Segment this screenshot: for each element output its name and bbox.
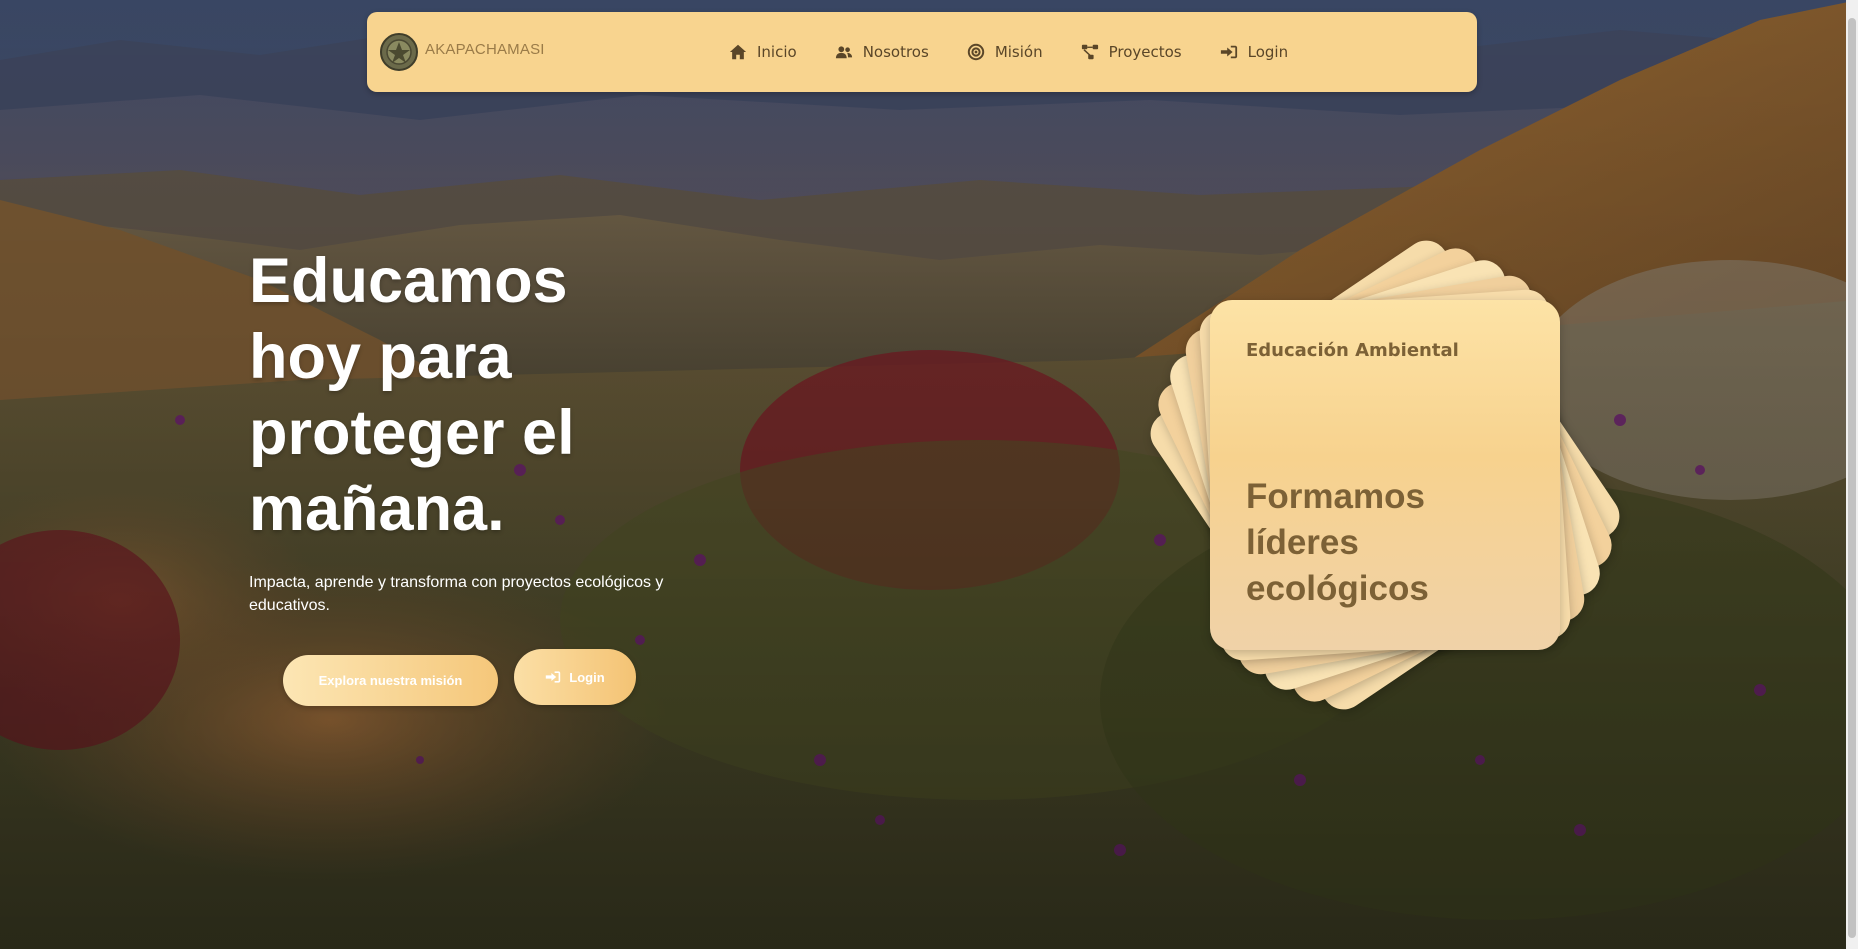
- card-headline: Formamos líderes ecológicos: [1246, 474, 1506, 612]
- nav-item-label: Misión: [994, 43, 1043, 61]
- feature-card-stack[interactable]: Educación Ambiental Formamos líderes eco…: [1142, 232, 1628, 718]
- nav-item-label: Nosotros: [862, 43, 929, 61]
- nav-item-nosotros[interactable]: Nosotros: [835, 43, 929, 61]
- card-headline-line: líderes: [1246, 523, 1359, 562]
- brand-name: AKAPACHAMASI: [425, 40, 545, 58]
- nav-item-label: Inicio: [757, 43, 797, 61]
- card-headline-line: ecológicos: [1246, 569, 1429, 608]
- card-category: Educación Ambiental: [1246, 340, 1459, 361]
- card-headline-line: Formamos: [1246, 477, 1425, 516]
- hero-login-label: Login: [569, 669, 605, 685]
- project-diagram-icon: [1081, 44, 1098, 60]
- hero-subtitle: Impacta, aprende y transforma con proyec…: [249, 574, 664, 614]
- sign-in-icon: [546, 671, 561, 683]
- nav-item-label: Login: [1247, 43, 1289, 61]
- hero-title-line: hoy para: [249, 322, 512, 392]
- sign-in-icon: [1220, 45, 1237, 59]
- brand[interactable]: AKAPACHAMASI: [379, 32, 545, 72]
- nav-item-mision[interactable]: Misión: [967, 43, 1043, 61]
- feature-card[interactable]: Educación Ambiental Formamos líderes eco…: [1210, 300, 1560, 650]
- page-scrollbar[interactable]: [1846, 0, 1858, 949]
- nav-item-inicio[interactable]: Inicio: [729, 43, 797, 61]
- nav-item-label: Proyectos: [1108, 43, 1182, 61]
- hero-title: Educamos hoy para proteger el mañana.: [249, 243, 669, 547]
- hero-title-line: Educamos: [249, 246, 568, 316]
- hero-title-line: mañana.: [249, 474, 505, 544]
- scrollbar-thumb[interactable]: [1848, 18, 1856, 938]
- top-navbar: AKAPACHAMASI Inicio Nosotros Misión Proy…: [367, 12, 1477, 92]
- nav-menu: Inicio Nosotros Misión Proyectos Login: [729, 12, 1288, 92]
- nav-item-login[interactable]: Login: [1220, 43, 1288, 61]
- badge-emblem-icon: [380, 33, 418, 71]
- hero-title-line: proteger el: [249, 398, 575, 468]
- hero-login-button[interactable]: Login: [514, 649, 636, 705]
- target-icon: [967, 43, 985, 61]
- nav-item-proyectos[interactable]: Proyectos: [1081, 43, 1182, 61]
- home-icon: [729, 44, 747, 60]
- users-icon: [835, 46, 852, 59]
- explore-mission-button[interactable]: Explora nuestra misión: [283, 655, 498, 706]
